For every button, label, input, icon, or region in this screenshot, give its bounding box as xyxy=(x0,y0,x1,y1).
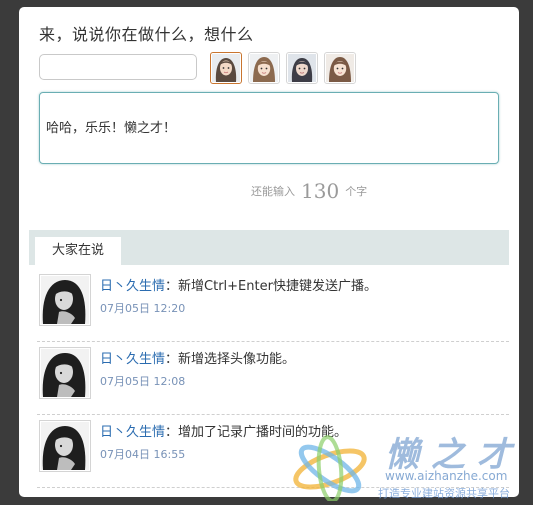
user-avatar-icon xyxy=(41,349,89,397)
feed-item: 日丶久生情：新增Ctrl+Enter快捷键发送广播。 07月05日 12:20 xyxy=(37,269,509,342)
feed-text: 增加了记录广播时间的功能。 xyxy=(178,425,348,440)
feed-text: 新增Ctrl+Enter快捷键发送广播。 xyxy=(178,279,377,294)
user-avatar-icon xyxy=(41,422,89,470)
avatar xyxy=(39,420,91,472)
avatar-option-1[interactable] xyxy=(210,52,242,84)
avatar-girl-icon xyxy=(250,54,278,82)
counter-prefix: 还能输入 xyxy=(251,185,295,198)
feed-tab-bar: 大家在说 xyxy=(29,230,509,265)
feed-username[interactable]: 日丶久生情 xyxy=(100,279,165,294)
feed-timestamp: 07月04日 16:55 xyxy=(100,448,186,461)
counter-value: 130 xyxy=(301,179,340,203)
feed-content: 日丶久生情：增加了记录广播时间的功能。 xyxy=(100,425,348,440)
avatar-picker xyxy=(210,52,356,84)
tab-everyone-says[interactable]: 大家在说 xyxy=(35,237,121,265)
nickname-input[interactable] xyxy=(39,54,197,80)
avatar xyxy=(39,347,91,399)
avatar-option-3[interactable] xyxy=(286,52,318,84)
avatar-option-2[interactable] xyxy=(248,52,280,84)
feed-username[interactable]: 日丶久生情 xyxy=(100,352,165,367)
feed-timestamp: 07月05日 12:20 xyxy=(100,302,186,315)
feed-content: 日丶久生情：新增Ctrl+Enter快捷键发送广播。 xyxy=(100,279,377,294)
counter-suffix: 个字 xyxy=(345,185,368,198)
avatar-option-4[interactable] xyxy=(324,52,356,84)
feed-item: 日丶久生情：增加了记录广播时间的功能。 07月04日 16:55 xyxy=(37,415,509,488)
avatar-girl-icon xyxy=(326,54,354,82)
feed-text: 新增选择头像功能。 xyxy=(178,352,296,367)
char-counter: 还能输入 130 个字 xyxy=(251,179,367,203)
feed-content: 日丶久生情：新增选择头像功能。 xyxy=(100,352,296,367)
avatar-girl-icon xyxy=(212,54,240,82)
feed-username[interactable]: 日丶久生情 xyxy=(100,425,165,440)
avatar xyxy=(39,274,91,326)
feed-item: 日丶久生情：新增选择头像功能。 07月05日 12:08 xyxy=(37,342,509,415)
post-card: 来，说说你在做什么，想什么 哈哈，乐乐！懒之才！ 还能输入 130 个字 大家在… xyxy=(19,7,519,497)
composer-prompt: 来，说说你在做什么，想什么 xyxy=(39,25,254,44)
user-avatar-icon xyxy=(41,276,89,324)
feed-timestamp: 07月05日 12:08 xyxy=(100,375,186,388)
message-textarea[interactable]: 哈哈，乐乐！懒之才！ xyxy=(39,92,499,164)
avatar-girl-icon xyxy=(288,54,316,82)
